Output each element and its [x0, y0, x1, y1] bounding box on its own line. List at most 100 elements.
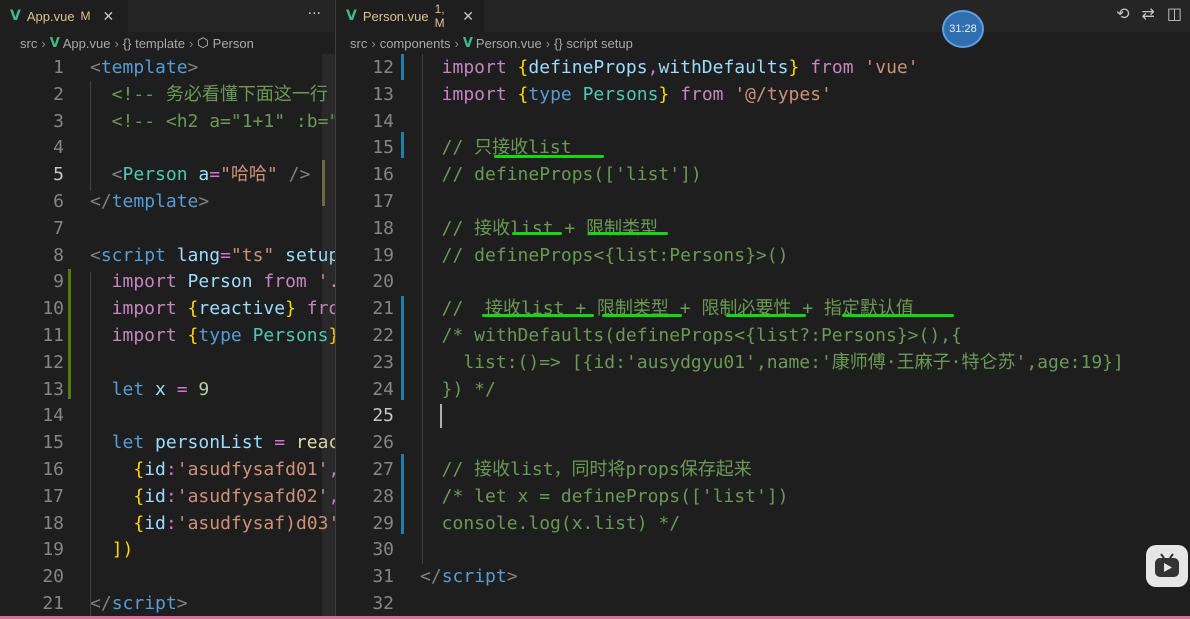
code-line[interactable]: 30: [336, 536, 1190, 563]
gutter-modified-marker[interactable]: [401, 296, 404, 400]
gutter-modified-marker[interactable]: [401, 54, 404, 80]
history-icon[interactable]: ⟲: [1116, 4, 1129, 23]
annotation-underline: [842, 314, 954, 317]
tab-person-vue[interactable]: V Person.vue 1, M ✕: [336, 0, 484, 32]
scrollbar[interactable]: [322, 54, 335, 619]
close-icon[interactable]: ✕: [462, 8, 474, 25]
line-number: 1: [53, 57, 64, 78]
code-line[interactable]: 13 import {type Persons} from '@/types': [336, 81, 1190, 108]
code-line[interactable]: 3 <!-- <h2 a="1+1" :b=": [0, 108, 335, 135]
code-token: ,: [647, 57, 659, 78]
code-line[interactable]: 7: [0, 215, 335, 242]
code-token: import: [420, 57, 507, 78]
code-line[interactable]: 2 <!-- 务必看懂下面这一行: [0, 81, 335, 108]
code-token: // defineProps(['list']): [420, 164, 702, 186]
code-line[interactable]: 20: [336, 268, 1190, 295]
line-number: 21: [42, 593, 64, 614]
code-line[interactable]: 18 // 接收list + 限制类型: [336, 215, 1190, 242]
breadcrumb-item[interactable]: Person.vue: [476, 36, 542, 51]
gutter-added-marker[interactable]: [68, 269, 71, 399]
code-line[interactable]: 1 <template>: [0, 54, 335, 81]
code-line[interactable]: 14: [336, 108, 1190, 135]
line-number: 18: [372, 217, 394, 239]
code-text: </template>: [90, 188, 209, 215]
code-line[interactable]: 28 /* let x = defineProps(['list']): [336, 483, 1190, 510]
code-token: /* withDefaults(defineProps<{list?:Perso…: [420, 325, 962, 346]
code-token: Person: [122, 164, 188, 186]
code-line[interactable]: 16 // defineProps(['list']): [336, 161, 1190, 188]
gutter-modified-marker[interactable]: [401, 454, 404, 534]
code-line[interactable]: 25: [336, 402, 1190, 429]
code-token: {: [133, 512, 145, 534]
code-token: 'asudfysaf)d03': [176, 512, 335, 534]
code-line[interactable]: 22 /* withDefaults(defineProps<{list?:Pe…: [336, 322, 1190, 349]
code-line[interactable]: 16 {id:'asudfysafd01',: [0, 456, 335, 483]
code-line[interactable]: 26: [336, 429, 1190, 456]
line-number: 3: [53, 110, 64, 132]
code-line[interactable]: 31 </script>: [336, 563, 1190, 590]
code-line[interactable]: 15 // 只接收list: [336, 134, 1190, 161]
code-line[interactable]: 6 </template>: [0, 188, 335, 215]
code-line[interactable]: 23 list:()=> [{id:'ausydgyu01',name:'康师傅…: [336, 349, 1190, 376]
line-number: 29: [372, 512, 394, 534]
code-text: // defineProps(['list']): [420, 161, 702, 188]
line-number: 7: [53, 217, 64, 239]
code-line[interactable]: 14: [0, 402, 335, 429]
code-line[interactable]: 18 {id:'asudfysaf)d03': [0, 510, 335, 537]
line-number: 13: [42, 378, 64, 400]
line-number: 6: [53, 191, 64, 212]
code-line[interactable]: 12 import {defineProps,withDefaults} fro…: [336, 54, 1190, 81]
code-line[interactable]: 21 </script>: [0, 590, 335, 617]
breadcrumb-item[interactable]: {} script setup: [554, 36, 633, 51]
code-line[interactable]: 32: [336, 590, 1190, 617]
code-text: {id:'asudfysaf)d03': [90, 510, 335, 537]
line-number: 13: [372, 83, 394, 105]
code-line[interactable]: 8 <script lang="ts" setup: [0, 242, 335, 269]
code-token: import: [90, 298, 177, 320]
line-number: 23: [372, 351, 394, 373]
code-line[interactable]: 10 import {reactive} from: [0, 295, 335, 322]
code-line[interactable]: 5 <Person a="哈哈" />: [0, 161, 335, 188]
code-line[interactable]: 27 // 接收list，同时将props保存起来: [336, 456, 1190, 483]
code-line[interactable]: 15 let personList = reac: [0, 429, 335, 456]
code-line[interactable]: 12: [0, 349, 335, 376]
indent-guide: [90, 272, 91, 619]
breadcrumb-item[interactable]: App.vue: [63, 36, 111, 51]
breadcrumb-item[interactable]: src: [20, 36, 37, 51]
gutter-modified-marker[interactable]: [401, 132, 404, 158]
compare-changes-icon[interactable]: ⇄: [1141, 4, 1154, 23]
left-code-area[interactable]: 1 <template> 2 <!-- 务必看懂下面这一行 3 <!-- <h2 a=…: [0, 54, 335, 619]
annotation-underline: [726, 314, 806, 317]
code-line[interactable]: 17 {id:'asudfysafd02',: [0, 483, 335, 510]
code-line[interactable]: 19 ]): [0, 536, 335, 563]
code-line[interactable]: 11 import {type Persons}: [0, 322, 335, 349]
breadcrumb-item[interactable]: components: [380, 36, 451, 51]
code-line[interactable]: 20: [0, 563, 335, 590]
breadcrumb-item[interactable]: {} template: [123, 36, 185, 51]
code-token: // 接收list + 限制类型: [420, 217, 659, 239]
right-code-area[interactable]: 12 import {defineProps,withDefaults} fro…: [336, 54, 1190, 619]
chevron-right-icon: ›: [188, 35, 194, 51]
code-token: >: [176, 593, 188, 614]
breadcrumb-item[interactable]: src: [350, 36, 367, 51]
split-editor-icon[interactable]: ◫: [1167, 4, 1182, 23]
line-number: 20: [42, 566, 64, 588]
code-line[interactable]: 29 console.log(x.list) */: [336, 510, 1190, 537]
more-actions-icon[interactable]: ···: [308, 6, 321, 22]
code-token: lang: [176, 244, 221, 266]
code-text: import {defineProps,withDefaults} from '…: [420, 54, 919, 81]
code-token: import: [90, 325, 177, 346]
code-line[interactable]: 17: [336, 188, 1190, 215]
code-line[interactable]: 21 // 接收list + 限制类型 + 限制必要性 + 指定默认值: [336, 295, 1190, 322]
tab-app-vue[interactable]: V App.vue M ✕: [0, 0, 128, 32]
code-line[interactable]: 13 let x = 9: [0, 376, 335, 403]
code-line[interactable]: 19 // defineProps<{list:Persons}>(): [336, 242, 1190, 269]
code-token: reactive: [198, 298, 286, 320]
code-line[interactable]: 9 import Person from '.: [0, 268, 335, 295]
code-line[interactable]: 24 }) */: [336, 376, 1190, 403]
breadcrumb-item[interactable]: Person: [213, 36, 254, 51]
code-line[interactable]: 4: [0, 134, 335, 161]
close-icon[interactable]: ✕: [103, 8, 115, 25]
